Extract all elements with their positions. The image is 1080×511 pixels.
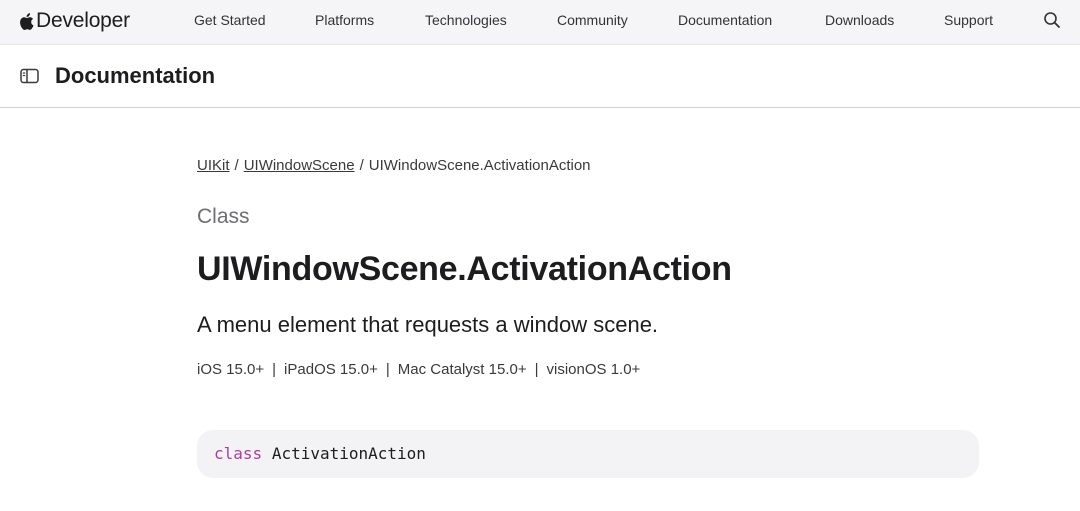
platform-mac-catalyst: Mac Catalyst 15.0+ [397, 361, 527, 378]
nav-technologies[interactable]: Technologies [425, 12, 507, 28]
platform-ios: iOS 15.0+ [197, 361, 265, 378]
documentation-header: Documentation [0, 45, 1080, 108]
code-keyword: class [214, 444, 263, 463]
page-title: UIWindowScene.ActivationAction [197, 250, 732, 288]
nav-downloads[interactable]: Downloads [825, 12, 894, 28]
breadcrumb-current: UIWindowScene.ActivationAction [368, 157, 591, 174]
sidebar-toggle-icon[interactable] [19, 67, 41, 85]
declaration-code: class ActivationAction [214, 444, 426, 463]
nav-community[interactable]: Community [557, 12, 628, 28]
declaration-code-block: class ActivationAction [197, 430, 979, 478]
breadcrumb-uikit[interactable]: UIKit [197, 157, 230, 174]
platform-availability: iOS 15.0+ | iPadOS 15.0+ | Mac Catalyst 15.0… [197, 361, 640, 378]
nav-get-started[interactable]: Get Started [194, 12, 266, 28]
platform-ipados: iPadOS 15.0+ [284, 361, 378, 378]
platform-visionos: visionOS 1.0+ [546, 361, 641, 378]
symbol-abstract: A menu element that requests a window sc… [197, 312, 659, 337]
global-nav: Developer Get Started Platforms Technolo… [0, 0, 1080, 45]
platform-separator: | [272, 361, 277, 378]
breadcrumb-uiwindowscene[interactable]: UIWindowScene [244, 157, 355, 174]
documentation-title[interactable]: Documentation [55, 63, 215, 89]
brand-label: Developer [36, 9, 130, 32]
apple-logo-icon [20, 12, 34, 30]
code-type-name: ActivationAction [271, 444, 426, 463]
search-icon[interactable] [1043, 11, 1061, 29]
breadcrumb-separator: / [234, 157, 239, 174]
breadcrumb-separator: / [359, 157, 364, 174]
nav-support[interactable]: Support [944, 12, 993, 28]
nav-platforms[interactable]: Platforms [315, 12, 374, 28]
nav-documentation[interactable]: Documentation [678, 12, 772, 28]
developer-home-link[interactable]: Developer [18, 8, 130, 34]
platform-separator: | [534, 361, 539, 378]
platform-separator: | [385, 361, 390, 378]
symbol-kind: Class [197, 205, 250, 228]
breadcrumb: UIKit / UIWindowScene / UIWindowScene.Activa… [197, 157, 591, 174]
